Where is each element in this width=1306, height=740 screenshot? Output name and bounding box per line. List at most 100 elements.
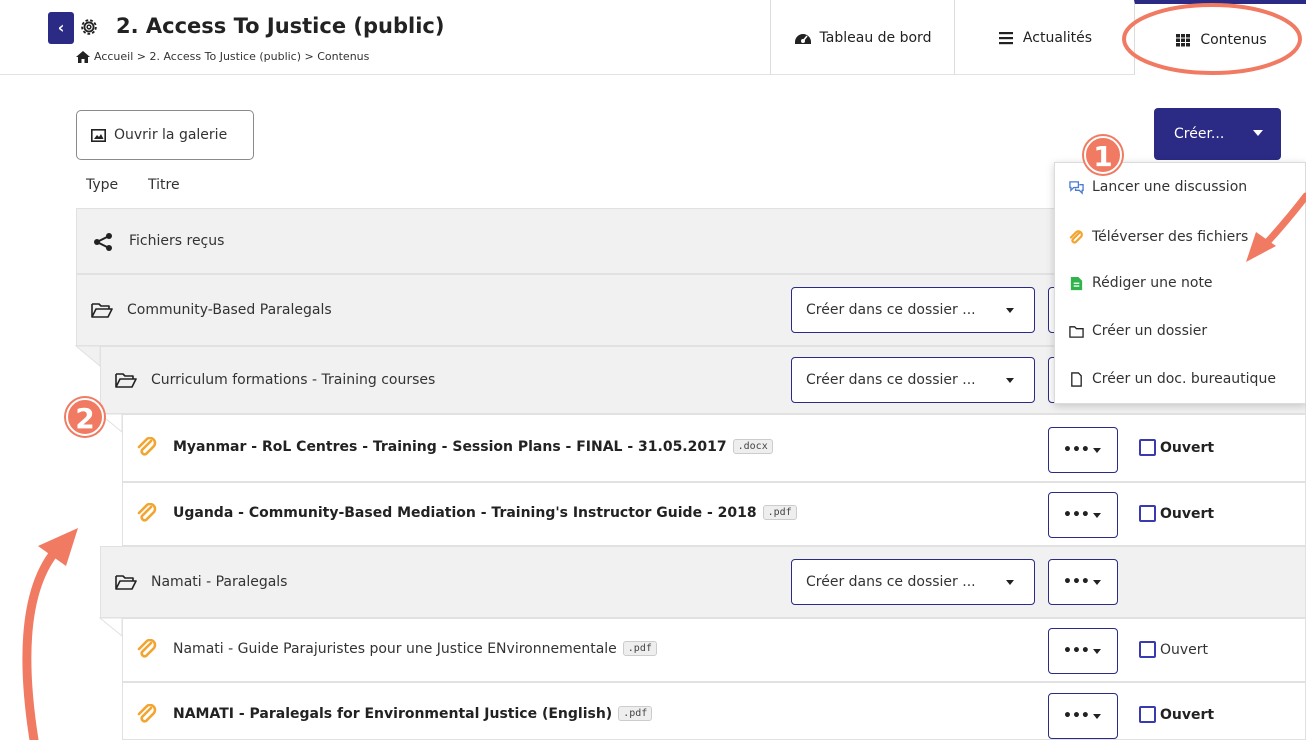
breadcrumb[interactable]: Accueil > 2. Access To Justice (public) … [76, 50, 369, 63]
row-actions-button[interactable]: ••• [1048, 492, 1118, 538]
checkbox-box[interactable] [1139, 505, 1156, 522]
caret-down-icon [1093, 448, 1101, 453]
tab-label: Tableau de bord [819, 29, 932, 46]
create-dropdown-menu: Lancer une discussion Téléverser des fic… [1054, 162, 1306, 404]
folder-icon [1069, 325, 1084, 338]
menu-item-create-folder[interactable]: Créer un dossier [1069, 323, 1207, 339]
folder-open-icon [91, 303, 113, 318]
list-item[interactable]: Namati - Paralegals Créer dans ce dossie… [100, 546, 1306, 618]
gallery-label: Ouvrir la galerie [114, 127, 228, 143]
dots-icon: ••• [1063, 574, 1090, 590]
list-item[interactable]: Namati - Guide Parajuristes pour une Jus… [122, 618, 1306, 682]
menu-item-upload-files[interactable]: Téléverser des fichiers [1069, 229, 1248, 245]
list-item[interactable]: Uganda - Community-Based Mediation - Tra… [122, 482, 1306, 546]
open-checkbox[interactable]: Ouvert [1139, 706, 1214, 723]
menu-item-write-note[interactable]: Rédiger une note [1069, 275, 1213, 291]
row-label[interactable]: Fichiers reçus [129, 233, 224, 249]
checkbox-label: Ouvert [1160, 439, 1215, 456]
select-label: Créer dans ce dossier ... [806, 574, 976, 590]
menu-item-label: Rédiger une note [1092, 275, 1213, 291]
dots-icon: ••• [1063, 643, 1090, 659]
folder-open-icon [115, 373, 137, 388]
gear-icon[interactable] [78, 16, 100, 38]
file-name[interactable]: NAMATI - Paralegals for Environmental Ju… [173, 706, 612, 722]
checkbox-box[interactable] [1139, 706, 1156, 723]
menu-item-create-office-doc[interactable]: Créer un doc. bureautique [1069, 371, 1276, 387]
page-title: 2. Access To Justice (public) [116, 14, 445, 38]
file-name[interactable]: Myanmar - RoL Centres - Training - Sessi… [173, 439, 727, 455]
caret-down-icon [1006, 308, 1014, 313]
file-extension-badge: .pdf [762, 505, 797, 520]
image-icon [91, 128, 106, 142]
caret-down-icon [1006, 378, 1014, 383]
row-label[interactable]: Namati - Paralegals [151, 574, 287, 590]
caret-down-icon [1093, 513, 1101, 518]
discussion-icon [1069, 180, 1084, 195]
list-item[interactable]: Myanmar - RoL Centres - Training - Sessi… [122, 414, 1306, 482]
column-header-title[interactable]: Titre [148, 177, 180, 193]
file-title[interactable]: Namati - Guide Parajuristes pour une Jus… [173, 641, 657, 657]
file-name[interactable]: Namati - Guide Parajuristes pour une Jus… [173, 641, 617, 657]
menu-item-label: Lancer une discussion [1092, 179, 1248, 195]
menu-item-label: Créer un dossier [1092, 323, 1208, 339]
paperclip-icon [137, 437, 157, 456]
select-label: Créer dans ce dossier ... [806, 372, 976, 388]
checkbox-label: Ouvert [1160, 641, 1209, 658]
paperclip-icon [137, 503, 157, 522]
grid-icon [1176, 33, 1191, 46]
caret-down-icon [1093, 714, 1101, 719]
file-extension-badge: .docx [732, 439, 773, 454]
tab-news[interactable]: Actualités [954, 0, 1134, 75]
tab-contents[interactable]: Contenus [1134, 0, 1306, 75]
checkbox-label: Ouvert [1160, 505, 1215, 522]
open-checkbox[interactable]: Ouvert [1139, 439, 1214, 456]
open-gallery-button[interactable]: Ouvrir la galerie [76, 110, 254, 160]
row-actions-button[interactable]: ••• [1048, 559, 1118, 605]
checkbox-box[interactable] [1139, 439, 1156, 456]
file-extension-badge: .pdf [618, 706, 653, 721]
menu-item-label: Téléverser des fichiers [1092, 229, 1249, 245]
tab-dashboard[interactable]: Tableau de bord [770, 0, 954, 75]
annotation-number-one: 1 [1084, 136, 1122, 174]
open-checkbox[interactable]: Ouvert [1139, 505, 1214, 522]
column-header-type[interactable]: Type [86, 177, 118, 193]
back-button[interactable]: ‹ [48, 12, 74, 44]
open-checkbox[interactable]: Ouvert [1139, 641, 1208, 658]
checkbox-label: Ouvert [1160, 706, 1215, 723]
row-label[interactable]: Community-Based Paralegals [127, 302, 332, 318]
breadcrumb-text[interactable]: Accueil > 2. Access To Justice (public) … [94, 50, 369, 63]
dashboard-icon [794, 33, 811, 44]
page-header: ‹ 2. Access To Justice (public) Accueil … [0, 0, 1306, 75]
share-icon [94, 233, 112, 251]
home-icon[interactable] [76, 50, 90, 63]
file-title[interactable]: Myanmar - RoL Centres - Training - Sessi… [173, 439, 773, 455]
annotation-number-two: 2 [66, 398, 104, 436]
create-dropdown-button[interactable]: Créer... [1154, 108, 1281, 160]
create-in-folder-select[interactable]: Créer dans ce dossier ... [791, 357, 1035, 403]
create-in-folder-select[interactable]: Créer dans ce dossier ... [791, 287, 1035, 333]
list-item[interactable]: NAMATI - Paralegals for Environmental Ju… [122, 682, 1306, 740]
menu-item-start-discussion[interactable]: Lancer une discussion [1069, 179, 1247, 195]
dots-icon: ••• [1063, 708, 1090, 724]
annotation-arrow-left [22, 543, 63, 740]
caret-down-icon [1093, 580, 1101, 585]
create-in-folder-select[interactable]: Créer dans ce dossier ... [791, 559, 1035, 605]
arrowhead-left [38, 528, 78, 566]
tab-label: Actualités [1022, 29, 1093, 46]
paperclip-icon [137, 639, 157, 658]
paperclip-icon [1069, 229, 1083, 244]
caret-down-icon [1006, 580, 1014, 585]
create-label: Créer... [1174, 126, 1225, 142]
caret-down-icon [1093, 649, 1101, 654]
row-actions-button[interactable]: ••• [1048, 693, 1118, 739]
file-name[interactable]: Uganda - Community-Based Mediation - Tra… [173, 505, 757, 521]
dots-icon: ••• [1063, 507, 1090, 523]
checkbox-box[interactable] [1139, 641, 1156, 658]
file-title[interactable]: NAMATI - Paralegals for Environmental Ju… [173, 706, 653, 722]
menu-lines-icon [998, 31, 1013, 44]
menu-item-label: Créer un doc. bureautique [1092, 371, 1276, 387]
file-title[interactable]: Uganda - Community-Based Mediation - Tra… [173, 505, 797, 521]
row-actions-button[interactable]: ••• [1048, 628, 1118, 674]
row-actions-button[interactable]: ••• [1048, 427, 1118, 473]
row-label[interactable]: Curriculum formations - Training courses [151, 372, 435, 388]
